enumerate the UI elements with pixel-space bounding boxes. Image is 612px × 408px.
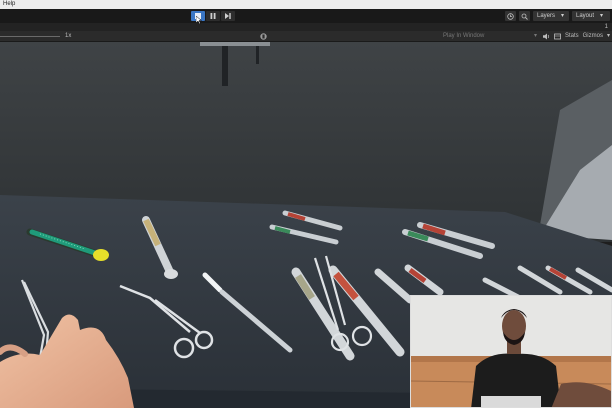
unity-editor-window: Help Layers ▾ Layout ▾ 1 1x Play In Wind… (0, 0, 612, 408)
chevron-down-icon: ▾ (533, 33, 537, 39)
mute-audio-icon[interactable] (542, 33, 550, 40)
stats-toggle[interactable]: Stats (565, 31, 579, 42)
play-mode-dropdown[interactable]: Play In Window ▾ (443, 31, 537, 42)
webcam-feed (411, 296, 611, 407)
game-view-toolbar: 1x Play In Window ▾ Stats Gizmos ▾ (0, 31, 612, 42)
chevron-down-icon: ▾ (561, 13, 565, 19)
webcam-overlay (410, 295, 612, 408)
pause-button[interactable] (206, 11, 220, 21)
game-view-right-controls: Stats Gizmos ▾ (542, 31, 610, 42)
history-icon (507, 12, 514, 20)
tab-count: 1 (604, 24, 608, 30)
time-scale-slider[interactable] (0, 36, 60, 37)
toolbar-right: Layers ▾ Layout ▾ (505, 11, 610, 21)
main-toolbar: Layers ▾ Layout ▾ (0, 9, 612, 23)
gizmos-dropdown[interactable]: Gizmos (583, 31, 603, 42)
history-button[interactable] (505, 11, 516, 21)
menu-bar: Help (0, 0, 612, 9)
audio-target-icon[interactable] (259, 32, 268, 41)
search-icon (521, 13, 528, 20)
layout-label: Layout (576, 13, 595, 19)
render-stats-icon[interactable] (554, 33, 561, 40)
layers-label: Layers (537, 13, 556, 19)
play-mode-label: Play In Window (443, 33, 485, 39)
mouse-cursor-icon (196, 16, 202, 24)
chevron-down-icon: ▾ (606, 33, 610, 39)
chevron-down-icon: ▾ (600, 13, 604, 19)
step-button[interactable] (221, 11, 235, 21)
pause-icon (210, 13, 216, 19)
search-button[interactable] (519, 11, 530, 21)
step-icon (225, 13, 231, 19)
time-scale-label: 1x (65, 33, 72, 39)
menu-help[interactable]: Help (3, 1, 15, 7)
layout-dropdown[interactable]: Layout ▾ (572, 11, 610, 21)
layers-dropdown[interactable]: Layers ▾ (533, 11, 569, 21)
tab-strip: 1 (0, 23, 612, 31)
